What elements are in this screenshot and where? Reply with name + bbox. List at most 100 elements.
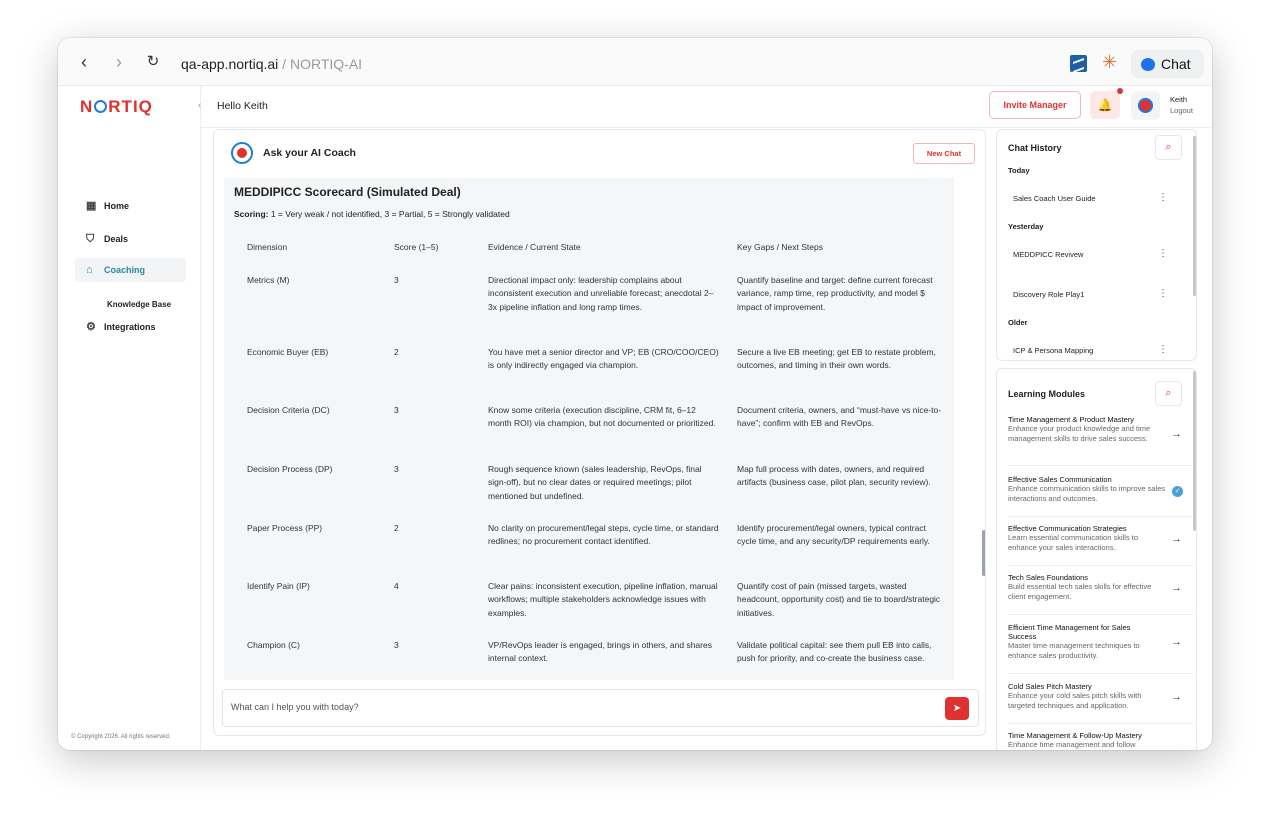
table-header-gaps: Key Gaps / Next Steps <box>737 242 823 252</box>
more-options-icon[interactable]: ⋮ <box>1158 249 1168 259</box>
table-header-evidence: Evidence / Current State <box>488 242 581 252</box>
learning-modules-search-icon[interactable]: ⌕ <box>1155 381 1182 406</box>
extension-s-icon[interactable] <box>1070 55 1087 72</box>
send-icon[interactable]: ➤ <box>945 697 969 720</box>
chat-history-panel: Chat History ⌕ Today Sales Coach User Gu… <box>996 129 1197 361</box>
learning-module-item[interactable]: Time Management & Product Mastery Enhanc… <box>1008 415 1193 466</box>
browser-window: ‹ › ↻ qa-app.nortiq.ai / NORTIQ-AI ✳ Cha… <box>58 38 1212 750</box>
chat-history-search-icon[interactable]: ⌕ <box>1155 135 1182 160</box>
table-cell-gaps: Validate political capital: see them pul… <box>737 640 932 664</box>
sidebar-item-integrations[interactable]: ⚙ Integrations <box>75 315 186 339</box>
module-title: Tech Sales Foundations <box>1008 573 1089 582</box>
sidebar-item-deals[interactable]: ⛉ Deals <box>75 227 186 251</box>
browser-toolbar: ‹ › ↻ qa-app.nortiq.ai / NORTIQ-AI ✳ Cha… <box>58 38 1212 86</box>
chat-history-item[interactable]: MEDDPICC Revivew <box>1013 250 1171 259</box>
module-title: Cold Sales Pitch Mastery <box>1008 682 1092 691</box>
table-cell-dimension: Champion (C) <box>247 640 300 650</box>
table-cell-dimension: Economic Buyer (EB) <box>247 347 329 357</box>
module-title: Time Management & Product Mastery <box>1008 415 1135 424</box>
chat-history-scrollbar[interactable] <box>1193 136 1196 296</box>
table-header-score: Score (1–5) <box>394 242 439 252</box>
group-label-yesterday: Yesterday <box>1008 222 1044 231</box>
table-cell-score: 2 <box>394 523 399 533</box>
chat-history-item[interactable]: ICP & Persona Mapping <box>1013 346 1171 355</box>
table-cell-evidence: You have met a senior director and VP; E… <box>488 347 719 371</box>
learning-modules-scrollbar[interactable] <box>1193 371 1196 531</box>
table-cell-evidence: Directional impact only: leadership comp… <box>488 275 714 312</box>
sidebar-item-label: Home <box>104 201 130 211</box>
chat-bubble-icon <box>1141 57 1155 71</box>
more-options-icon[interactable]: ⋮ <box>1158 289 1168 299</box>
table-cell-evidence: Rough sequence known (sales leadership, … <box>488 464 702 501</box>
arrow-right-icon[interactable]: → <box>1171 533 1182 545</box>
ai-coach-panel: Ask your AI Coach New Chat MEDDIPICC Sco… <box>213 129 986 736</box>
sidebar-item-label: Coaching <box>104 265 146 275</box>
learning-module-item[interactable]: Effective Sales Communication Enhance co… <box>1008 475 1193 517</box>
arrow-right-icon[interactable]: → <box>1171 691 1182 703</box>
table-cell-dimension: Metrics (M) <box>247 275 290 285</box>
browser-chat-button[interactable]: Chat <box>1131 50 1204 78</box>
module-title: Effective Communication Strategies <box>1008 524 1127 533</box>
logo-text-end: RTIQ <box>108 97 153 116</box>
arrow-right-icon[interactable]: → <box>1171 428 1182 440</box>
reload-icon[interactable]: ↻ <box>143 52 163 72</box>
scoring-legend: Scoring: 1 = Very weak / not identified,… <box>234 209 510 219</box>
group-label-today: Today <box>1008 166 1030 175</box>
learning-module-item[interactable]: Cold Sales Pitch Mastery Enhance your co… <box>1008 682 1193 724</box>
nortiq-logo[interactable]: N RTIQ <box>80 97 153 117</box>
scoring-label: Scoring: <box>234 209 269 219</box>
chat-history-title: Chat History <box>1008 143 1062 153</box>
logo-compass-icon <box>94 100 108 113</box>
back-icon[interactable]: ‹ <box>74 52 94 72</box>
forward-icon[interactable]: › <box>109 52 129 72</box>
arrow-right-icon[interactable]: → <box>1171 582 1182 594</box>
extension-sparkle-icon[interactable]: ✳ <box>1102 52 1117 73</box>
completed-check-icon: ✓ <box>1172 486 1183 497</box>
sidebar-item-knowledge-base[interactable]: Knowledge Base <box>107 300 171 309</box>
table-cell-score: 2 <box>394 347 399 357</box>
logo-text-start: N <box>80 97 94 116</box>
learning-module-item[interactable]: Time Management & Follow-Up Mastery Enha… <box>1008 731 1193 750</box>
copyright-text: © Copyright 2026. All rights reserved. <box>71 734 171 740</box>
logout-link[interactable]: Logout <box>1170 106 1193 115</box>
module-description: Enhance time management and follow <box>1008 740 1136 749</box>
table-cell-score: 4 <box>394 581 399 591</box>
greeting: Hello Keith <box>217 100 268 112</box>
handshake-icon: ⛉ <box>86 232 95 245</box>
table-cell-dimension: Decision Criteria (DC) <box>247 405 330 415</box>
chat-history-item[interactable]: Discovery Role Play1 <box>1013 290 1171 299</box>
chat-history-item[interactable]: Sales Coach User Guide <box>1013 194 1171 203</box>
message-scrollbar[interactable] <box>982 530 985 576</box>
sidebar-item-home[interactable]: ▦ Home <box>75 194 186 218</box>
table-cell-evidence: Know some criteria (execution discipline… <box>488 405 716 429</box>
coach-header: Ask your AI Coach New Chat <box>214 130 985 178</box>
sidebar-item-label: Deals <box>104 234 129 244</box>
invite-manager-button[interactable]: Invite Manager <box>989 91 1081 119</box>
avatar[interactable] <box>1131 91 1160 120</box>
assistant-message: MEDDIPICC Scorecard (Simulated Deal) Sco… <box>224 178 954 680</box>
new-chat-button[interactable]: New Chat <box>913 143 975 164</box>
table-cell-dimension: Identify Pain (IP) <box>247 581 310 591</box>
more-options-icon[interactable]: ⋮ <box>1158 193 1168 203</box>
module-title: Efficient Time Management for Sales Succ… <box>1008 623 1131 641</box>
address-bar[interactable]: qa-app.nortiq.ai / NORTIQ-AI <box>181 56 362 72</box>
module-description: Learn essential communication skills to … <box>1008 533 1139 552</box>
table-cell-gaps: Map full process with dates, owners, and… <box>737 464 931 488</box>
sidebar-item-coaching[interactable]: ⌂ Coaching <box>75 258 186 282</box>
url-host: qa-app.nortiq.ai <box>181 56 279 72</box>
arrow-right-icon[interactable]: → <box>1171 636 1182 648</box>
table-cell-evidence: Clear pains: inconsistent execution, pip… <box>488 581 718 618</box>
module-description: Enhance your cold sales pitch skills wit… <box>1008 691 1142 710</box>
table-cell-score: 3 <box>394 275 399 285</box>
more-options-icon[interactable]: ⋮ <box>1158 345 1168 355</box>
module-title: Time Management & Follow-Up Mastery <box>1008 731 1142 740</box>
notifications-bell-icon[interactable]: 🔔 <box>1090 91 1120 119</box>
chat-input[interactable] <box>231 702 931 712</box>
learning-module-item[interactable]: Effective Communication Strategies Learn… <box>1008 524 1193 566</box>
learning-module-item[interactable]: Tech Sales Foundations Build essential t… <box>1008 573 1193 615</box>
url-path: / NORTIQ-AI <box>278 56 363 72</box>
browser-chat-label: Chat <box>1161 56 1191 72</box>
user-name: Keith <box>1170 95 1188 104</box>
learning-module-item[interactable]: Efficient Time Management for Sales Succ… <box>1008 623 1193 674</box>
module-description: Enhance your product knowledge and time … <box>1008 424 1151 443</box>
